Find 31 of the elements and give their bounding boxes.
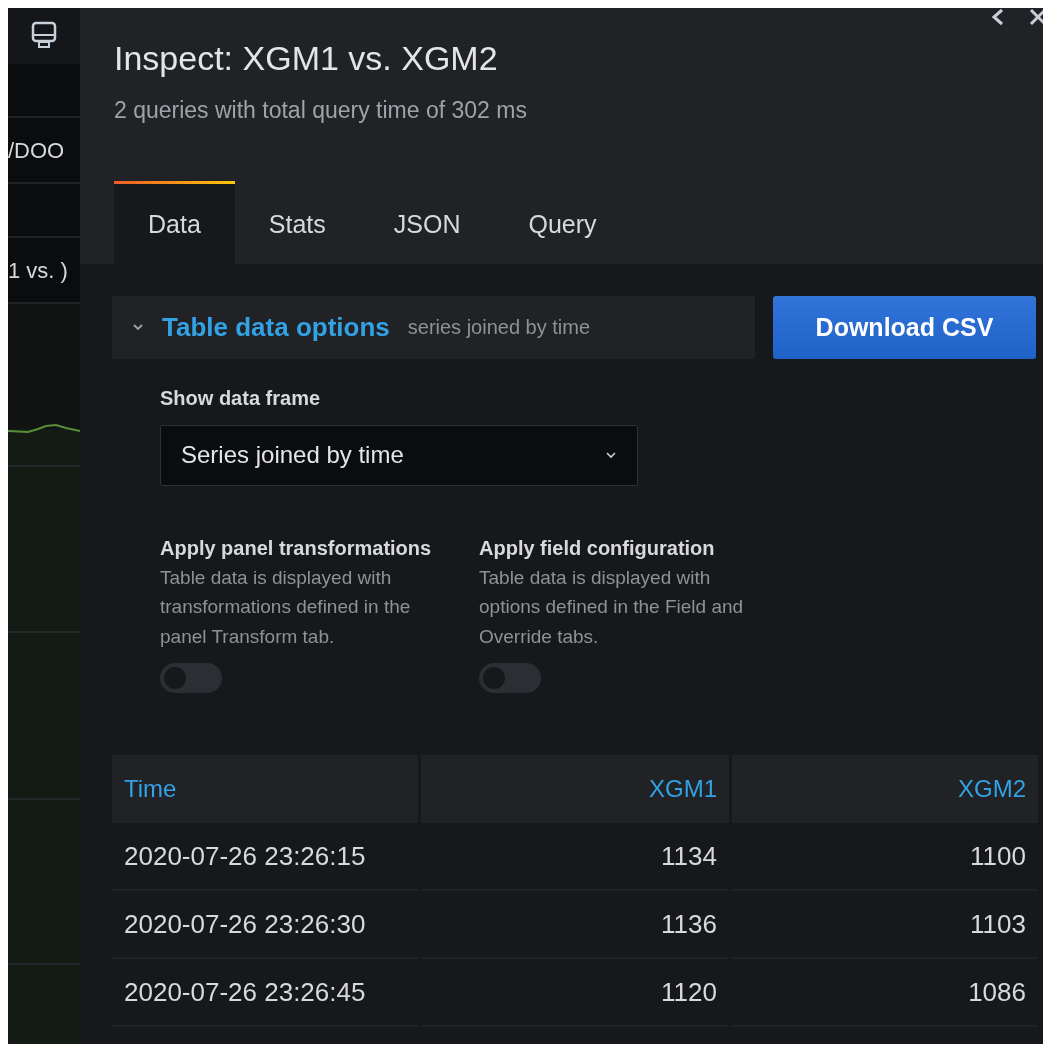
table-cell: 2020-07-26 23:26:45 xyxy=(112,959,418,1028)
toggle-switch[interactable] xyxy=(479,663,541,694)
toggle-description: Table data is displayed with options defined in the Field and Override tabs. xyxy=(479,565,745,649)
options-toggle[interactable]: Table data options xyxy=(162,307,390,347)
drawer-title: Inspect: XGM1 vs. XGM2 xyxy=(114,38,499,79)
close-icon[interactable] xyxy=(1029,8,1043,28)
data-frame-select[interactable]: Series joined by time xyxy=(160,424,638,486)
table-cell: 1103 xyxy=(732,891,1038,960)
column-header[interactable]: XGM2 xyxy=(732,755,1038,824)
chevron-left-icon[interactable] xyxy=(991,8,1005,28)
options-summary: series joined by time xyxy=(407,315,591,341)
table-cell: 1086 xyxy=(732,959,1038,1028)
column-header[interactable]: Time xyxy=(112,755,418,824)
table-cell: 2020-07-26 23:26:15 xyxy=(112,823,418,892)
table-cell: 1120 xyxy=(421,959,729,1028)
tab[interactable]: Stats xyxy=(234,181,360,264)
tab[interactable]: JSON xyxy=(359,181,495,264)
toggle-label: Apply panel transformations xyxy=(160,535,433,561)
field-label: Show data frame xyxy=(160,385,322,411)
table-cell: 2020-07-26 23:26:30 xyxy=(112,891,418,960)
table-cell: 1134 xyxy=(421,823,729,892)
column-header[interactable]: XGM1 xyxy=(421,755,729,824)
tab[interactable]: Data xyxy=(114,181,235,264)
toggle-description: Table data is displayed with transformations defined in the panel Transform tab. xyxy=(160,565,412,649)
download-csv-button[interactable]: Download CSV xyxy=(773,295,1036,359)
table-cell: 1100 xyxy=(732,823,1038,892)
table-cell: 1136 xyxy=(421,891,729,960)
tab[interactable]: Query xyxy=(494,181,631,264)
toggle-label: Apply field configuration xyxy=(479,535,716,561)
drawer-subtitle: 2 queries with total query time of 302 ms xyxy=(114,95,528,125)
toggle-switch[interactable] xyxy=(160,663,222,694)
